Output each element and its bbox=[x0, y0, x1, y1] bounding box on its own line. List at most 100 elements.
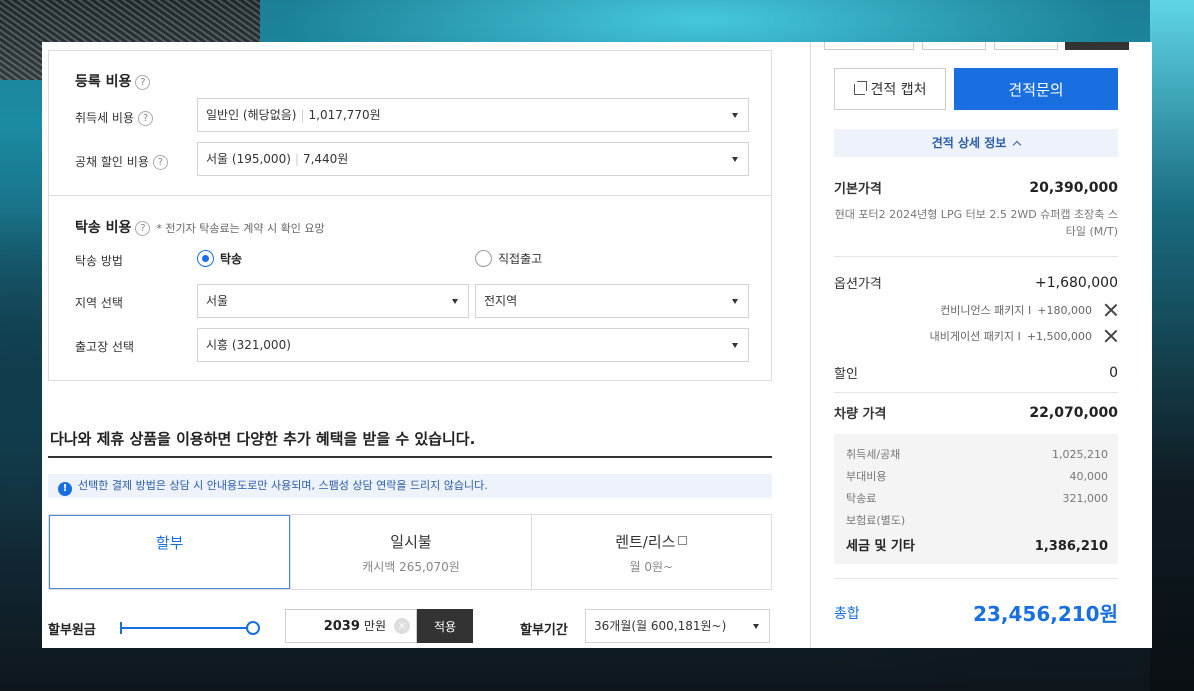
region-select[interactable]: 서울 bbox=[197, 284, 469, 318]
crop-icon bbox=[853, 80, 867, 95]
discount-label: 할인 bbox=[834, 367, 858, 382]
option-name: 컨비니언스 패키지 I bbox=[940, 304, 1032, 317]
option-price-row: 옵션가격 +1,680,000 bbox=[834, 273, 1118, 293]
option-price-value: +1,680,000 bbox=[1035, 274, 1118, 291]
remove-icon[interactable] bbox=[1104, 329, 1118, 343]
acq-tax-label-text: 취득세 비용 bbox=[75, 111, 135, 125]
radio-consign-label: 탁송 bbox=[220, 252, 243, 266]
capture-label: 견적 캡처 bbox=[870, 82, 927, 98]
slider-track bbox=[120, 627, 252, 629]
tax-label: 취득세/공채 bbox=[846, 448, 901, 461]
radio-button[interactable] bbox=[197, 250, 214, 267]
tab-title: 일시불 bbox=[390, 533, 432, 551]
info-text: 선택한 결제 방법은 상담 시 안내용도로만 사용되며, 스팸성 상담 연락을 … bbox=[78, 479, 488, 492]
bond-amount: 7,440원 bbox=[302, 152, 349, 166]
tax-total-line: 세금 및 기타 1,386,210 bbox=[846, 534, 1108, 560]
bond-label: 공채 할인 비용? bbox=[75, 153, 168, 170]
radio-button[interactable] bbox=[475, 250, 492, 267]
radio-direct[interactable]: 직접출고 bbox=[475, 250, 542, 267]
total-value: 23,456,210원 bbox=[973, 602, 1118, 626]
tab-rent-lease[interactable]: 렌트/리스 월 0원~ bbox=[530, 515, 771, 589]
acq-tax-select[interactable]: 일반인 (해당없음) | 1,017,770원 bbox=[197, 98, 749, 132]
tax-label: 탁송료 bbox=[846, 492, 877, 505]
divider bbox=[48, 456, 772, 458]
term-value: 36개월(월 600,181원~) bbox=[594, 619, 727, 633]
help-icon[interactable]: ? bbox=[135, 221, 151, 236]
background-edge bbox=[1150, 0, 1194, 691]
base-price-value: 20,390,000 bbox=[1029, 179, 1118, 196]
vehicle-price-row: 차량 가격 22,070,000 bbox=[834, 403, 1118, 423]
dropdown-arrow-icon bbox=[753, 624, 759, 629]
tax-value: 1,025,210 bbox=[1052, 448, 1108, 461]
discount-row: 할인 0 bbox=[834, 363, 1118, 383]
benefit-title: 다나와 제휴 상품을 이용하면 다양한 추가 혜택을 받을 수 있습니다. bbox=[50, 430, 476, 448]
shipping-section: 탁송 비용? * 전기자 탁송료는 계약 시 확인 요망 탁송 방법 탁송 직접출… bbox=[48, 195, 772, 381]
region-label: 지역 선택 bbox=[75, 296, 123, 310]
principal-input[interactable]: 2039 만원 × bbox=[285, 609, 417, 643]
shipping-method-label: 탁송 방법 bbox=[75, 254, 123, 268]
region-sub-select[interactable]: 전지역 bbox=[475, 284, 749, 318]
radio-direct-label: 직접출고 bbox=[498, 252, 543, 266]
bond-option: 서울 (195,000) bbox=[206, 152, 291, 166]
shipping-note: * 전기자 탁송료는 계약 시 확인 요망 bbox=[156, 222, 325, 235]
top-button[interactable] bbox=[994, 42, 1058, 50]
principal-label: 할부원금 bbox=[48, 623, 96, 638]
option-price: +180,000 bbox=[1037, 303, 1092, 317]
registration-section: 등록 비용? 취득세 비용? 일반인 (해당없음) | 1,017,770원 공채 … bbox=[48, 50, 772, 196]
acq-tax-option: 일반인 (해당없음) bbox=[206, 108, 297, 122]
tab-lump-sum[interactable]: 일시불 캐시백 265,070원 bbox=[290, 515, 530, 589]
apply-button[interactable]: 적용 bbox=[417, 609, 473, 643]
tax-label: 부대비용 bbox=[846, 470, 887, 483]
tax-line: 보험료(별도) bbox=[846, 510, 1108, 532]
estimate-panel: 등록 비용? 취득세 비용? 일반인 (해당없음) | 1,017,770원 공채 … bbox=[42, 42, 1152, 648]
help-icon[interactable]: ? bbox=[135, 75, 151, 90]
help-icon[interactable]: ? bbox=[138, 111, 154, 126]
remove-icon[interactable] bbox=[1104, 303, 1118, 317]
acq-tax-label: 취득세 비용? bbox=[75, 109, 154, 126]
depot-value: 시흥 (321,000) bbox=[206, 338, 291, 352]
top-button[interactable] bbox=[922, 42, 986, 50]
detail-toggle[interactable]: 견적 상세 정보 bbox=[834, 129, 1118, 157]
slider-handle[interactable] bbox=[246, 621, 260, 635]
divider bbox=[834, 392, 1118, 393]
option-price-label: 옵션가격 bbox=[834, 277, 882, 292]
tax-breakdown: 취득세/공채 1,025,210 부대비용 40,000 탁송료 321,000… bbox=[834, 434, 1118, 564]
tax-total-label: 세금 및 기타 bbox=[846, 539, 915, 554]
principal-value: 2039 bbox=[323, 619, 360, 634]
option-price: +1,500,000 bbox=[1026, 329, 1092, 343]
depot-select[interactable]: 시흥 (321,000) bbox=[197, 328, 749, 362]
chevron-up-icon bbox=[1013, 140, 1022, 150]
bond-select[interactable]: 서울 (195,000) | 7,440원 bbox=[197, 142, 749, 176]
radio-consign[interactable]: 탁송 bbox=[197, 250, 242, 267]
option-name: 내비게이션 패키지 I bbox=[929, 330, 1021, 343]
inquiry-button[interactable]: 견적문의 bbox=[954, 68, 1118, 110]
tax-line: 부대비용 40,000 bbox=[846, 466, 1108, 488]
principal-slider[interactable] bbox=[120, 619, 260, 637]
help-icon[interactable]: ? bbox=[152, 155, 168, 170]
tax-value: 321,000 bbox=[1062, 492, 1109, 505]
dropdown-arrow-icon bbox=[452, 299, 458, 304]
region-sub-value: 전지역 bbox=[484, 294, 518, 308]
term-label: 할부기간 bbox=[520, 623, 568, 638]
shipping-title: 탁송 비용? * 전기자 탁송료는 계약 시 확인 요망 bbox=[75, 217, 325, 237]
tax-line: 탁송료 321,000 bbox=[846, 488, 1108, 510]
total-label: 총합 bbox=[834, 605, 860, 622]
vehicle-price-label: 차량 가격 bbox=[834, 407, 887, 422]
detail-toggle-label: 견적 상세 정보 bbox=[931, 136, 1007, 150]
tax-label: 보험료(별도) bbox=[846, 514, 906, 527]
clear-icon[interactable]: × bbox=[394, 618, 410, 634]
tax-total-value: 1,386,210 bbox=[1034, 539, 1108, 554]
tab-installment[interactable]: 할부 bbox=[49, 515, 291, 589]
bond-label-text: 공채 할인 비용 bbox=[75, 155, 149, 169]
divider bbox=[834, 256, 1118, 257]
total-row: 총합 23,456,210원 bbox=[834, 598, 1118, 627]
info-icon: ! bbox=[58, 482, 72, 496]
base-price-row: 기본가격 20,390,000 bbox=[834, 178, 1118, 198]
registration-title-text: 등록 비용 bbox=[75, 74, 132, 90]
top-button[interactable] bbox=[1065, 42, 1129, 50]
external-link-icon bbox=[678, 536, 688, 545]
top-button[interactable] bbox=[824, 42, 914, 50]
capture-button[interactable]: 견적 캡처 bbox=[834, 68, 946, 110]
term-select[interactable]: 36개월(월 600,181원~) bbox=[585, 609, 770, 643]
payment-tabs: 할부 일시불 캐시백 265,070원 렌트/리스 월 0원~ bbox=[48, 514, 772, 590]
